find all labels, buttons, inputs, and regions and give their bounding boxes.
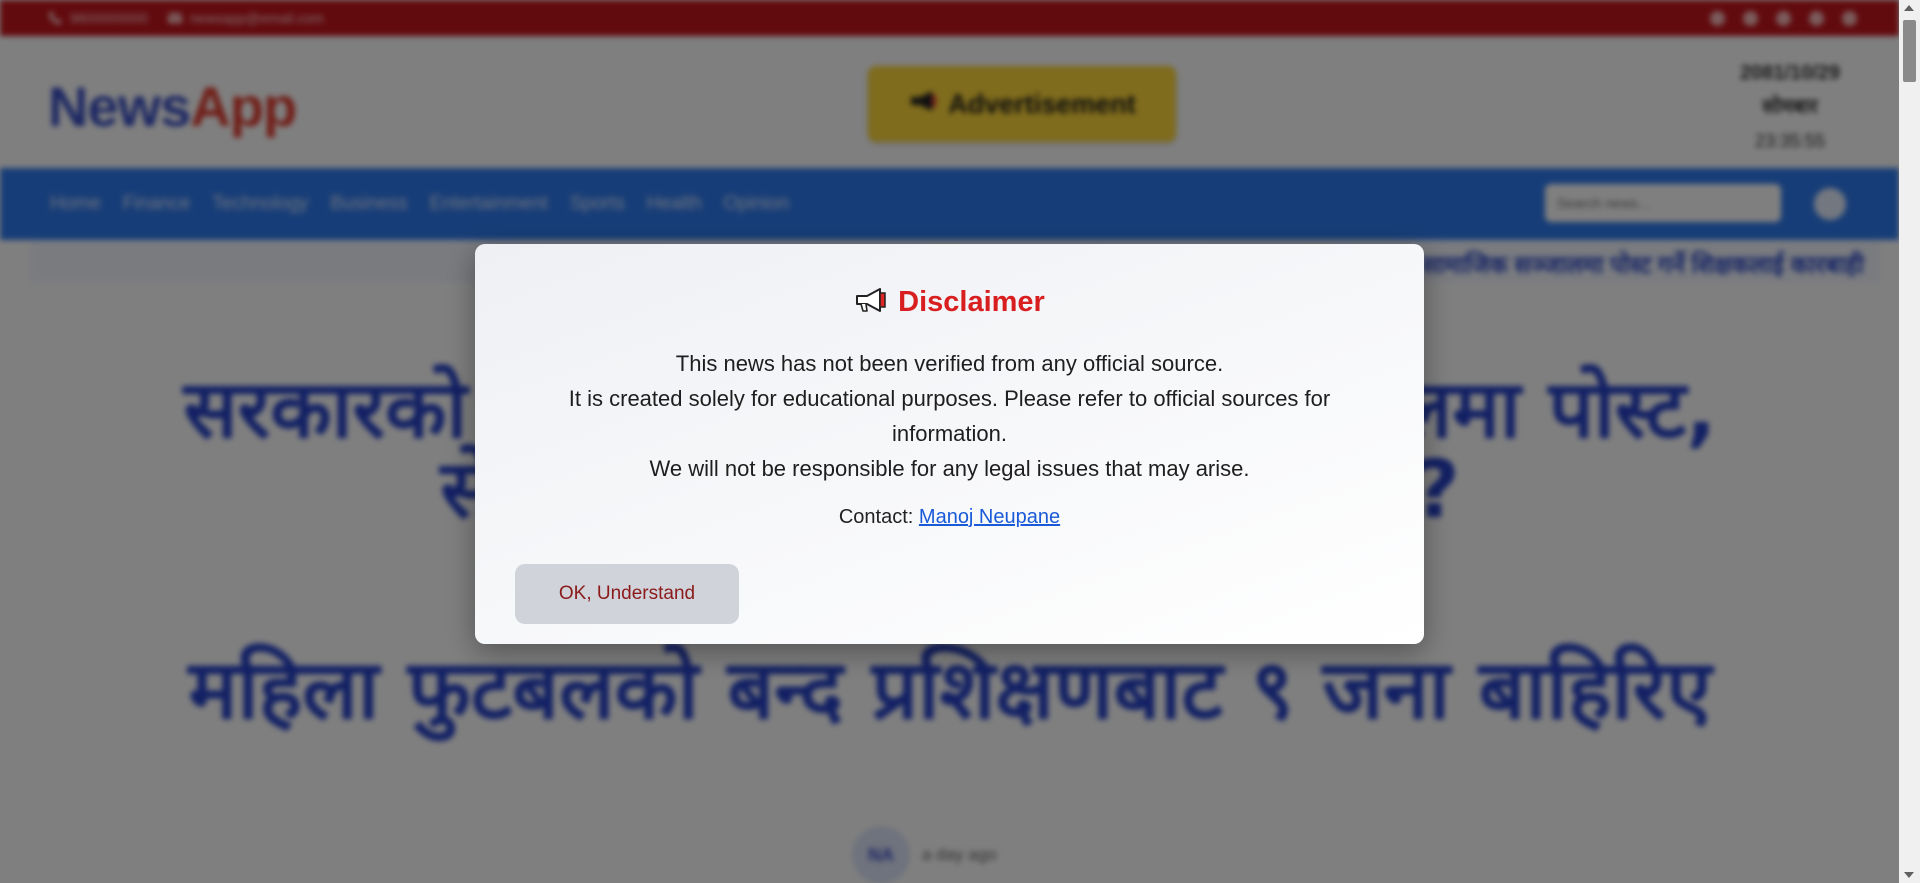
disclaimer-line: We will not be responsible for any legal… [649, 456, 1250, 481]
scroll-up-arrow[interactable] [1904, 5, 1914, 11]
disclaimer-modal: Disclaimer This news has not been verifi… [475, 244, 1424, 644]
scrollbar[interactable] [1899, 0, 1920, 883]
disclaimer-line: It is created solely for educational pur… [568, 386, 1331, 446]
contact-label: Contact: [838, 506, 914, 528]
contact-line: Contact: Manoj Neupane [475, 506, 1424, 529]
modal-header: Disclaimer [475, 286, 1424, 319]
scrollbar-thumb[interactable] [1903, 20, 1916, 82]
scroll-down-arrow[interactable] [1904, 872, 1914, 878]
modal-body: This news has not been verified from any… [535, 346, 1364, 486]
page: 9800000000 newsapp@email.com NewsApp [0, 0, 1899, 883]
contact-link[interactable]: Manoj Neupane [919, 506, 1060, 528]
disclaimer-line: This news has not been verified from any… [675, 351, 1224, 376]
megaphone-icon [854, 287, 888, 318]
modal-title: Disclaimer [898, 286, 1045, 318]
ok-understand-button[interactable]: OK, Understand [515, 564, 739, 624]
